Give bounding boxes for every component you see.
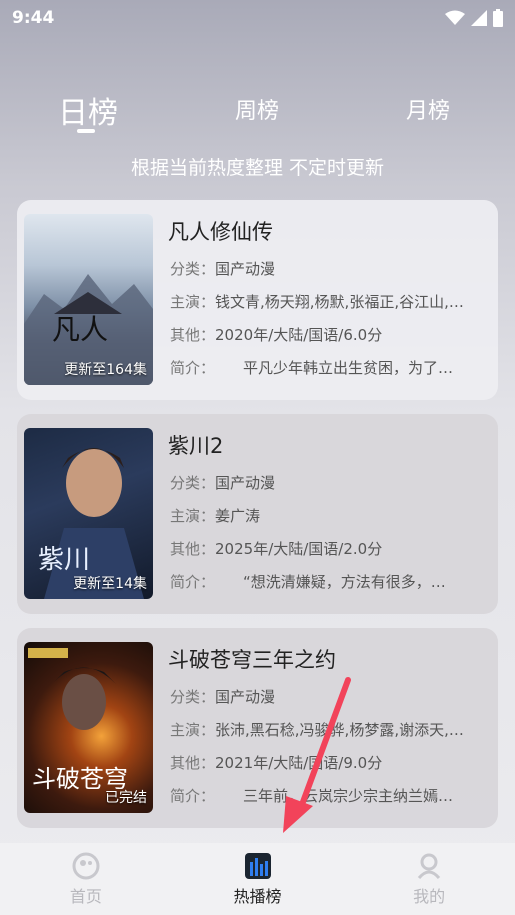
item-title[interactable]: 紫川2 <box>168 430 223 460</box>
status-icons <box>445 9 503 27</box>
item-category: 分类：国产动漫 <box>170 474 276 492</box>
nav-profile[interactable]: 我的 <box>343 843 515 915</box>
chart-icon <box>243 851 273 881</box>
ranking-subtitle: 根据当前热度整理 不定时更新 <box>130 157 385 179</box>
item-title[interactable]: 凡人修仙传 <box>168 216 273 246</box>
nav-home-label: 首页 <box>69 887 102 906</box>
ranking-tabs: 日榜 周榜 月榜 <box>0 88 515 138</box>
item-title[interactable]: 斗破苍穹三年之约 <box>168 644 336 674</box>
item-cast: 主演：张沛,黑石稔,冯骏骅,杨梦露,谢添天,… <box>170 721 464 739</box>
home-icon <box>71 851 101 881</box>
episode-badge: 更新至14集 <box>73 576 147 592</box>
status-bar: 9:44 <box>0 0 515 36</box>
svg-text:凡人: 凡人 <box>52 313 108 346</box>
bottom-nav: 首页 热播榜 我的 <box>0 843 515 915</box>
nav-ranking-label: 热播榜 <box>233 887 282 906</box>
list-item[interactable]: 凡人 更新至164集 凡人修仙传 分类：国产动漫 主演：钱文青,杨天翔,杨默,张… <box>17 200 498 400</box>
nav-home[interactable]: 首页 <box>0 843 172 915</box>
signal-icon <box>471 10 487 26</box>
wifi-icon <box>445 10 465 25</box>
episode-badge: 更新至164集 <box>64 362 147 378</box>
poster-image[interactable]: 紫川 更新至14集 <box>24 428 153 599</box>
active-tab-indicator <box>77 129 95 133</box>
item-brief: 简介： 三年前，云岚宗少宗主纳兰嫣… <box>170 787 454 805</box>
item-other: 其他：2020年/大陆/国语/6.0分 <box>170 326 383 344</box>
item-category: 分类：国产动漫 <box>170 260 276 278</box>
item-cast: 主演：姜广涛 <box>170 507 261 525</box>
item-other: 其他：2021年/大陆/国语/9.0分 <box>170 754 383 772</box>
poster-image[interactable]: 凡人 更新至164集 <box>24 214 153 385</box>
item-other: 其他：2025年/大陆/国语/2.0分 <box>170 540 383 558</box>
status-time: 9:44 <box>12 8 55 28</box>
nav-profile-label: 我的 <box>413 887 446 906</box>
nav-ranking[interactable]: 热播榜 <box>172 843 344 915</box>
tab-monthly[interactable]: 月榜 <box>406 93 450 125</box>
tab-weekly[interactable]: 周榜 <box>235 93 279 125</box>
episode-badge: 已完结 <box>105 790 147 806</box>
list-item[interactable]: 紫川 更新至14集 紫川2 分类：国产动漫 主演：姜广涛 其他：2025年/大陆… <box>17 414 498 614</box>
profile-icon <box>414 851 444 881</box>
tab-daily[interactable]: 日榜 <box>58 88 118 132</box>
list-item[interactable]: 斗破苍穹 已完结 斗破苍穹三年之约 分类：国产动漫 主演：张沛,黑石稔,冯骏骅,… <box>17 628 498 828</box>
poster-image[interactable]: 斗破苍穹 已完结 <box>24 642 153 813</box>
item-brief: 简介： 平凡少年韩立出生贫困，为了… <box>170 359 454 377</box>
svg-text:紫川: 紫川 <box>38 545 90 575</box>
item-cast: 主演：钱文青,杨天翔,杨默,张福正,谷江山,… <box>170 293 464 311</box>
item-brief: 简介： “想洗清嫌疑，方法有很多，… <box>170 573 446 591</box>
item-category: 分类：国产动漫 <box>170 688 276 706</box>
battery-icon <box>493 9 503 27</box>
